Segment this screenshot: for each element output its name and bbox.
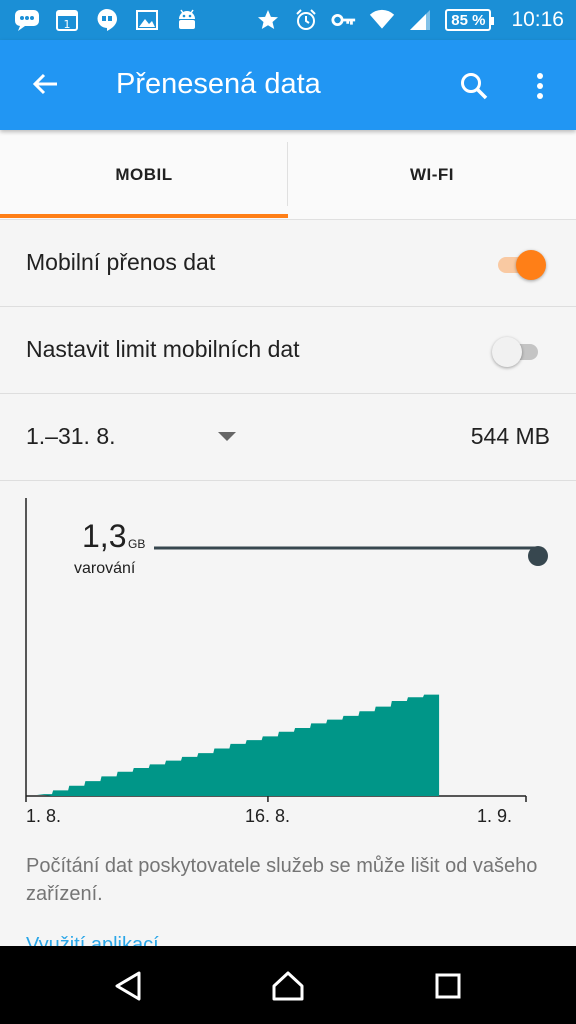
page-title: Přenesená data <box>116 68 321 100</box>
warning-label: varování <box>74 560 136 577</box>
android-icon <box>174 7 200 33</box>
gallery-icon <box>134 7 160 33</box>
star-icon <box>255 7 281 33</box>
usage-area <box>37 694 440 796</box>
arrow-back-icon <box>32 73 57 95</box>
data-limit-label: Nastavit limit mobilních dat <box>26 336 300 362</box>
warning-value: 1,3 <box>82 518 127 554</box>
calendar-icon: 1 <box>54 7 80 33</box>
wifi-icon <box>369 7 395 33</box>
search-icon <box>461 73 488 100</box>
chat-icon <box>14 7 40 33</box>
tab-bar: MOBIL WI-FI <box>0 130 576 220</box>
mobile-data-label: Mobilní přenos dat <box>26 249 216 275</box>
x-tick-label-mid: 16. 8. <box>245 806 291 826</box>
nav-back-button[interactable] <box>106 964 150 1008</box>
more-options-button[interactable] <box>520 64 560 108</box>
period-selector[interactable]: 1.–31. 8. <box>26 423 116 450</box>
nav-back-icon <box>115 971 141 1001</box>
nav-recents-button[interactable] <box>426 964 470 1008</box>
warning-line-handle[interactable] <box>528 546 548 566</box>
search-button[interactable] <box>452 64 496 108</box>
hangouts-icon <box>94 7 120 33</box>
x-tick-label-start: 1. 8. <box>26 806 62 826</box>
tab-wifi[interactable]: WI-FI <box>288 130 576 220</box>
calendar-day: 1 <box>64 18 71 31</box>
navigation-bar <box>0 946 576 1024</box>
period-row: 1.–31. 8. 544 MB <box>0 395 576 481</box>
data-limit-switch[interactable] <box>492 337 546 367</box>
back-button[interactable] <box>26 64 66 104</box>
more-vert-icon <box>537 73 543 99</box>
nav-recents-icon <box>435 973 461 999</box>
dropdown-arrow-icon[interactable] <box>218 432 236 441</box>
system-icons: 85 % 10:16 <box>255 6 564 34</box>
x-tick-label-end: 1. 9. <box>477 806 513 826</box>
alarm-icon <box>293 7 319 33</box>
switch-thumb <box>516 250 546 280</box>
warning-unit: GB <box>128 537 146 551</box>
mobile-data-switch[interactable] <box>492 250 546 280</box>
total-usage: 544 MB <box>470 423 550 449</box>
nav-home-icon <box>272 971 304 1001</box>
active-tab-indicator <box>0 214 288 218</box>
nav-home-button[interactable] <box>266 964 310 1008</box>
carrier-note: Počítání dat poskytovatele služeb se můž… <box>26 855 538 905</box>
tab-mobil[interactable]: MOBIL <box>0 130 288 220</box>
key-icon <box>331 7 357 33</box>
status-clock: 10:16 <box>511 8 564 31</box>
notification-icons: 1 <box>14 6 200 34</box>
app-bar: Přenesená data <box>0 40 576 130</box>
mobile-data-row[interactable]: Mobilní přenos dat <box>0 221 576 307</box>
signal-icon <box>407 7 433 33</box>
switch-thumb <box>492 337 522 367</box>
data-limit-row[interactable]: Nastavit limit mobilních dat <box>0 308 576 394</box>
status-bar: 1 85 % 10:16 <box>0 0 576 40</box>
battery-indicator: 85 % <box>445 9 495 31</box>
